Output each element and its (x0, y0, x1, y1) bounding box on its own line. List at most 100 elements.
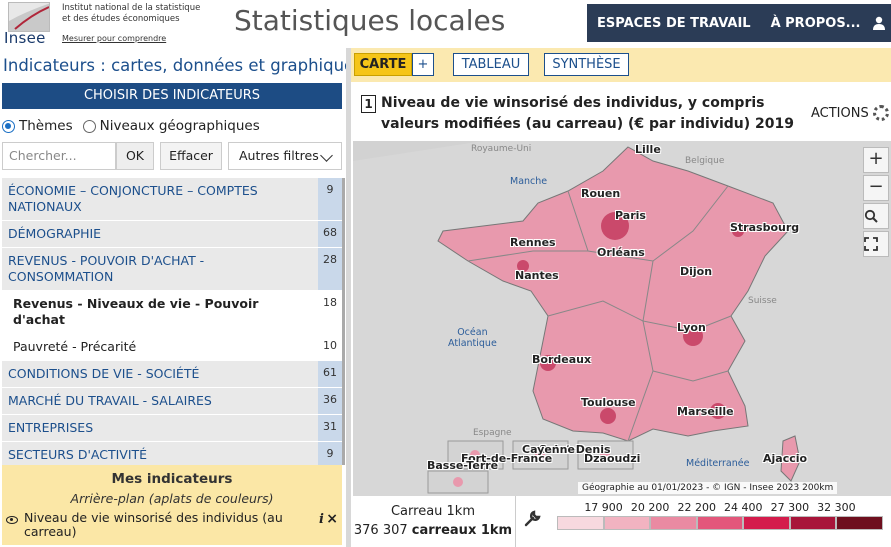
logo-text: Insee (4, 29, 46, 47)
legend-threshold: 17 900 (584, 501, 623, 514)
map-legend[interactable]: 17 900 20 200 22 200 24 400 27 300 32 300 (549, 496, 891, 547)
add-map-button[interactable]: + (412, 53, 434, 76)
more-filters-dropdown[interactable]: Autres filtres (228, 142, 342, 170)
search-input[interactable]: Chercher... (2, 142, 116, 170)
fullscreen-icon[interactable] (863, 231, 889, 257)
choose-indicators-button[interactable]: CHOISIR DES INDICATEURS (2, 83, 342, 109)
theme-label: CONDITIONS DE VIE - SOCIÉTÉ (8, 366, 200, 381)
user-icon[interactable] (871, 15, 887, 31)
my-indicator-item[interactable]: Niveau de vie winsorisé des individus (a… (6, 511, 340, 539)
theme-count: 9 (318, 178, 342, 220)
radio-geographic-levels[interactable]: Niveaux géographiques (82, 118, 260, 134)
city-paris: Paris (615, 209, 646, 222)
city-dzaoudzi: Dzaoudzi (584, 452, 641, 465)
theme-list-scrollbar[interactable] (342, 178, 345, 465)
map-attribution: Géographie au 01/01/2023 - © IGN - Insee… (578, 482, 838, 494)
my-indicators-title: Mes indicateurs (111, 471, 233, 487)
gear-icon (872, 105, 889, 121)
city-bordeaux: Bordeaux (532, 353, 592, 366)
theme-item[interactable]: ENTREPRISES 31 (2, 415, 342, 442)
more-filters-label: Autres filtres (239, 148, 319, 163)
city-lyon: Lyon (677, 321, 706, 334)
legend-swatch (650, 516, 697, 530)
grid-level[interactable]: Carreau 1km (351, 496, 515, 519)
theme-item[interactable]: ÉCONOMIE – CONJONCTURE – COMPTES NATIONA… (2, 178, 342, 221)
actions-label: ACTIONS (811, 105, 869, 121)
legend-threshold: 27 300 (770, 501, 810, 514)
theme-label: ENTREPRISES (8, 420, 94, 435)
theme-item[interactable]: DÉMOGRAPHIE 68 (2, 221, 342, 248)
eye-icon[interactable] (6, 516, 18, 524)
radio-selected-icon[interactable] (2, 119, 15, 133)
radio-unselected-icon[interactable] (82, 119, 96, 133)
tab-carte[interactable]: CARTE (354, 53, 412, 76)
top-nav: ESPACES DE TRAVAIL À PROPOS... (587, 4, 891, 42)
zoom-in-button[interactable]: + (863, 147, 889, 173)
tab-tableau[interactable]: TABLEAU (453, 53, 529, 76)
my-indicator-label: Niveau de vie winsorisé des individus (a… (24, 510, 283, 539)
theme-item[interactable]: Pauvreté - Précarité 10 (2, 334, 342, 361)
city-orleans: Orléans (597, 246, 645, 259)
map-number: 1 (361, 95, 376, 113)
theme-item[interactable]: MARCHÉ DU TRAVAIL - SALAIRES 36 (2, 388, 342, 415)
city-nantes: Nantes (515, 269, 559, 282)
zoom-out-button[interactable]: − (863, 175, 889, 201)
clear-button[interactable]: Effacer (160, 142, 222, 170)
city-rouen: Rouen (581, 187, 621, 200)
theme-label: DÉMOGRAPHIE (8, 226, 102, 241)
sea-ocean-atlantique: Océan Atlantique (448, 327, 497, 349)
grid-count-unit: carreaux 1km (411, 523, 513, 538)
nav-a-propos[interactable]: À PROPOS... (761, 16, 871, 31)
theme-count: 61 (318, 361, 342, 387)
search-ok-button[interactable]: OK (116, 142, 154, 170)
tagline[interactable]: Mesurer pour comprendre (62, 34, 166, 43)
city-marseille: Marseille (677, 405, 734, 418)
close-icon[interactable]: × (326, 512, 338, 526)
theme-count: 28 (318, 248, 342, 290)
theme-item[interactable]: CONDITIONS DE VIE - SOCIÉTÉ 61 (2, 361, 342, 388)
radio-themes[interactable]: Thèmes (2, 118, 73, 134)
insee-logo[interactable]: Insee (4, 2, 56, 47)
nav-espaces-de-travail[interactable]: ESPACES DE TRAVAIL (587, 16, 761, 31)
city-dijon: Dijon (680, 265, 713, 278)
map-svg (353, 141, 891, 496)
city-rennes: Rennes (510, 236, 556, 249)
grid-info: Carreau 1km 376 307 carreaux 1km (351, 496, 516, 547)
legend-swatch (696, 516, 744, 530)
info-icon[interactable]: i (319, 513, 324, 527)
map-canvas[interactable]: Royaume-Uni Belgique Suisse Espagne Manc… (353, 141, 891, 496)
map-title: Niveau de vie winsorisé des individus, y… (381, 95, 794, 132)
theme-item[interactable]: REVENUS - POUVOIR D'ACHAT - CONSOMMATION… (2, 248, 342, 291)
theme-count: 18 (318, 291, 342, 333)
background-layer-label: Arrière-plan (aplats de couleurs) (70, 491, 274, 506)
actions-menu[interactable]: ACTIONS (811, 105, 889, 121)
theme-label: MARCHÉ DU TRAVAIL - SALAIRES (8, 393, 212, 408)
search-icon[interactable] (863, 203, 889, 229)
legend-threshold: 22 200 (677, 501, 716, 514)
region-royaume-uni: Royaume-Uni (471, 144, 532, 154)
sea-manche: Manche (510, 176, 548, 187)
legend-threshold: 24 400 (724, 501, 763, 514)
theme-count: 31 (318, 415, 342, 441)
legend-swatch (789, 516, 837, 530)
theme-count: 36 (318, 388, 342, 414)
city-lille: Lille (635, 143, 661, 156)
theme-count: 10 (318, 334, 342, 360)
header: Insee Institut national de la statistiqu… (0, 0, 891, 48)
legend-threshold: 20 200 (630, 501, 670, 514)
grid-count-number: 376 307 (353, 523, 408, 538)
wrench-icon[interactable] (523, 510, 541, 528)
logo-graphic (8, 2, 50, 32)
theme-item[interactable]: Revenus - Niveaux de vie - Pouvoir d'ach… (2, 291, 342, 334)
theme-label: ÉCONOMIE – CONJONCTURE – COMPTES NATIONA… (8, 183, 258, 214)
map-panel: CARTE + TABLEAU SYNTHÈSE 1 Niveau de vie… (351, 48, 891, 547)
legend-swatch (836, 516, 883, 530)
site-title: Statistiques locales (234, 4, 506, 37)
region-espagne: Espagne (473, 428, 512, 438)
tab-synthese[interactable]: SYNTHÈSE (544, 53, 629, 76)
grid-count: 376 307 carreaux 1km (351, 519, 515, 538)
legend-swatch (557, 516, 604, 530)
legend-swatch (743, 516, 790, 530)
chevron-down-icon (320, 149, 333, 162)
city-strasbourg: Strasbourg (730, 221, 800, 234)
